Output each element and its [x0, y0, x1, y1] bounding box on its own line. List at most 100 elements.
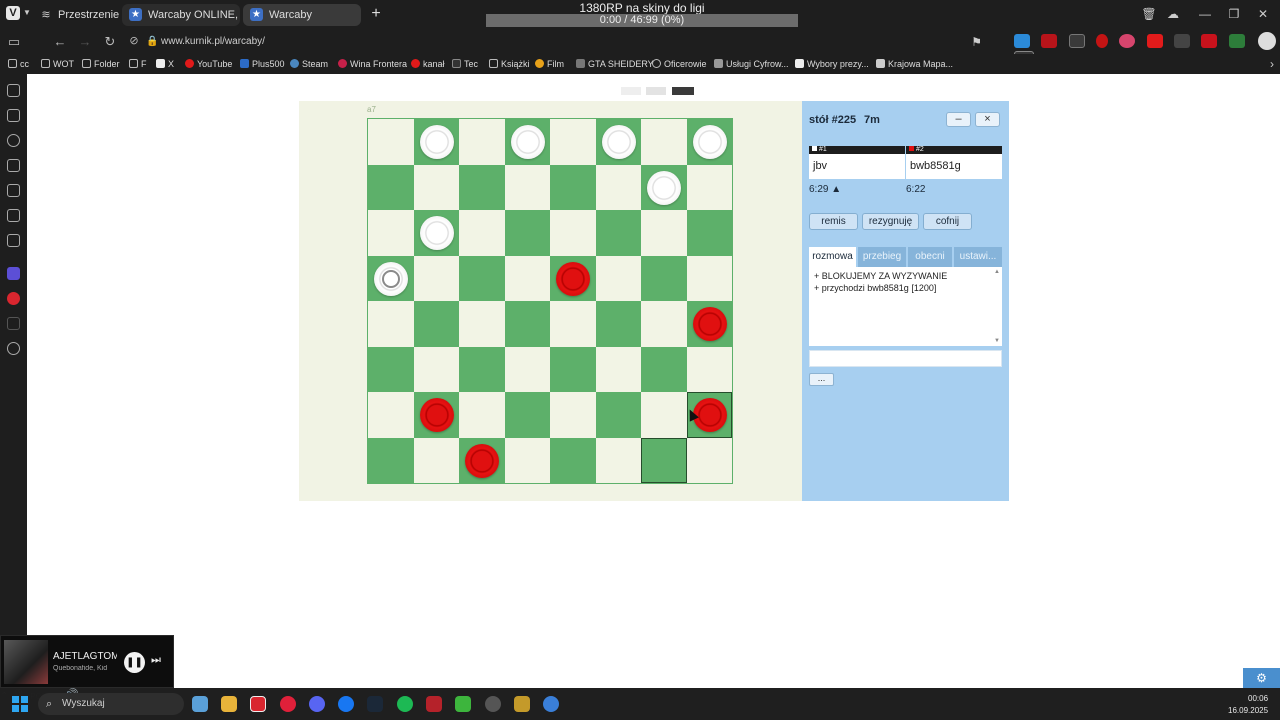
board-square[interactable]	[595, 301, 641, 347]
white-piece[interactable]	[692, 125, 727, 159]
chevron-right-icon[interactable]: ›	[1270, 57, 1274, 71]
extension-icon[interactable]	[1119, 34, 1136, 48]
extension-icon[interactable]	[1174, 34, 1191, 48]
taskbar-search[interactable]: ⌕ Wyszukaj	[38, 693, 184, 715]
board-square[interactable]	[368, 164, 414, 210]
white-piece[interactable]	[419, 216, 454, 250]
board-square[interactable]	[459, 346, 505, 392]
board-square[interactable]	[686, 210, 732, 256]
board-square[interactable]	[504, 210, 550, 256]
board-square[interactable]	[459, 437, 505, 483]
board-square[interactable]	[413, 210, 459, 256]
draw-button[interactable]: remis	[809, 213, 858, 230]
new-tab-button[interactable]: +	[368, 5, 384, 23]
board-square[interactable]	[550, 392, 596, 438]
youtube-icon[interactable]	[1146, 34, 1163, 48]
board-square[interactable]	[686, 119, 732, 165]
white-piece[interactable]	[510, 125, 545, 159]
bookmark-item[interactable]: F	[129, 59, 147, 69]
player-seat-1[interactable]: #1 jbv	[809, 146, 905, 179]
maximize-button[interactable]: ❐	[1225, 7, 1243, 21]
board-square[interactable]	[413, 301, 459, 347]
board-square[interactable]	[368, 301, 414, 347]
board-square[interactable]	[459, 119, 505, 165]
media-progress-bar[interactable]: 0:00 / 46:99 (0%)	[486, 14, 798, 27]
tab-chat[interactable]: rozmowa	[809, 247, 856, 267]
avatar[interactable]	[1258, 32, 1276, 50]
undo-button[interactable]: cofnij	[923, 213, 972, 230]
board-square[interactable]	[368, 392, 414, 438]
bookmark-item[interactable]: Krajowa Mapa...	[876, 59, 953, 69]
reload-button[interactable]: ↻	[102, 34, 118, 50]
board-square[interactable]	[595, 164, 641, 210]
board-square[interactable]	[595, 255, 641, 301]
widgets-icon[interactable]	[192, 696, 208, 712]
app-icon[interactable]	[514, 696, 530, 712]
resign-button[interactable]: rezygnuję	[862, 213, 919, 230]
board-square[interactable]	[504, 392, 550, 438]
bookmark-icon[interactable]: ⚑	[971, 35, 982, 49]
scroll-down-icon[interactable]: ▼	[994, 338, 1000, 344]
bookmark-item[interactable]: Oficerowie	[652, 59, 707, 69]
more-options-button[interactable]: ...	[809, 373, 834, 386]
messenger-icon[interactable]	[338, 696, 354, 712]
downloads-icon[interactable]	[7, 109, 20, 122]
forward-button[interactable]: →	[77, 34, 93, 49]
file-explorer-icon[interactable]	[221, 696, 237, 712]
board-square[interactable]	[504, 164, 550, 210]
board-square[interactable]	[550, 255, 596, 301]
cloud-icon[interactable]: ☁	[1164, 7, 1182, 21]
chrome-icon[interactable]	[543, 696, 559, 712]
board-square[interactable]	[413, 392, 459, 438]
white-piece[interactable]	[601, 125, 636, 159]
board-square[interactable]	[504, 301, 550, 347]
bookmark-item[interactable]: Usługi Cyfrow...	[714, 59, 789, 69]
top-link[interactable]	[621, 87, 641, 95]
windows-start-icon[interactable]	[12, 696, 28, 712]
board-square[interactable]	[504, 255, 550, 301]
vivaldi-icon[interactable]	[7, 292, 20, 305]
spotify-icon[interactable]	[397, 696, 413, 712]
window-icon[interactable]	[7, 209, 20, 222]
white-piece[interactable]	[419, 125, 454, 159]
top-link[interactable]	[646, 87, 667, 95]
vivaldi-menu-icon[interactable]: V	[6, 6, 20, 20]
board-square[interactable]	[550, 119, 596, 165]
pause-icon[interactable]: ❚❚	[124, 652, 145, 673]
board-square[interactable]	[686, 437, 732, 483]
chevron-down-icon[interactable]: ▼	[23, 8, 31, 17]
board-square[interactable]	[413, 119, 459, 165]
bookmark-item[interactable]: cc	[8, 59, 29, 69]
bookmark-item[interactable]: Wina Frontera	[338, 59, 407, 69]
board-square[interactable]	[413, 346, 459, 392]
extension-icon[interactable]	[1096, 34, 1109, 48]
white-piece[interactable]	[647, 170, 681, 205]
board-square[interactable]	[595, 392, 641, 438]
skip-next-icon[interactable]: ⏭	[151, 654, 161, 667]
tab-present[interactable]: obecni	[908, 247, 952, 267]
board-square[interactable]	[504, 437, 550, 483]
bookmark-item[interactable]: YouTube	[185, 59, 232, 69]
board-square[interactable]	[686, 301, 732, 347]
address-bar[interactable]: 🔒 www.kurnik.pl/warcaby/ ⚑	[142, 33, 992, 52]
tab-warcaby[interactable]: ★ Warcaby	[243, 4, 361, 26]
steam-icon[interactable]	[367, 696, 383, 712]
bookmark-item[interactable]: kanał	[411, 59, 445, 69]
bookmark-item[interactable]: GTA SHEIDERY	[576, 59, 654, 69]
chat-input[interactable]	[809, 350, 1002, 367]
board-square[interactable]	[368, 437, 414, 483]
red-piece[interactable]	[419, 398, 454, 432]
close-table-button[interactable]: ×	[975, 112, 1000, 127]
board-square[interactable]	[504, 346, 550, 392]
player-seat-2[interactable]: #2 bwb8581g	[906, 146, 1002, 179]
board-square[interactable]	[595, 346, 641, 392]
gear-icon[interactable]: ⚙	[1243, 668, 1280, 688]
board-square[interactable]	[595, 210, 641, 256]
board-square[interactable]	[459, 255, 505, 301]
extension-icon[interactable]	[1014, 34, 1030, 48]
board-square[interactable]	[686, 164, 732, 210]
close-window-button[interactable]: ✕	[1254, 7, 1272, 21]
chevron-up-icon[interactable]: ⌃	[0, 691, 8, 702]
mastodon-icon[interactable]	[7, 267, 20, 280]
scroll-up-icon[interactable]: ▲	[994, 269, 1000, 275]
